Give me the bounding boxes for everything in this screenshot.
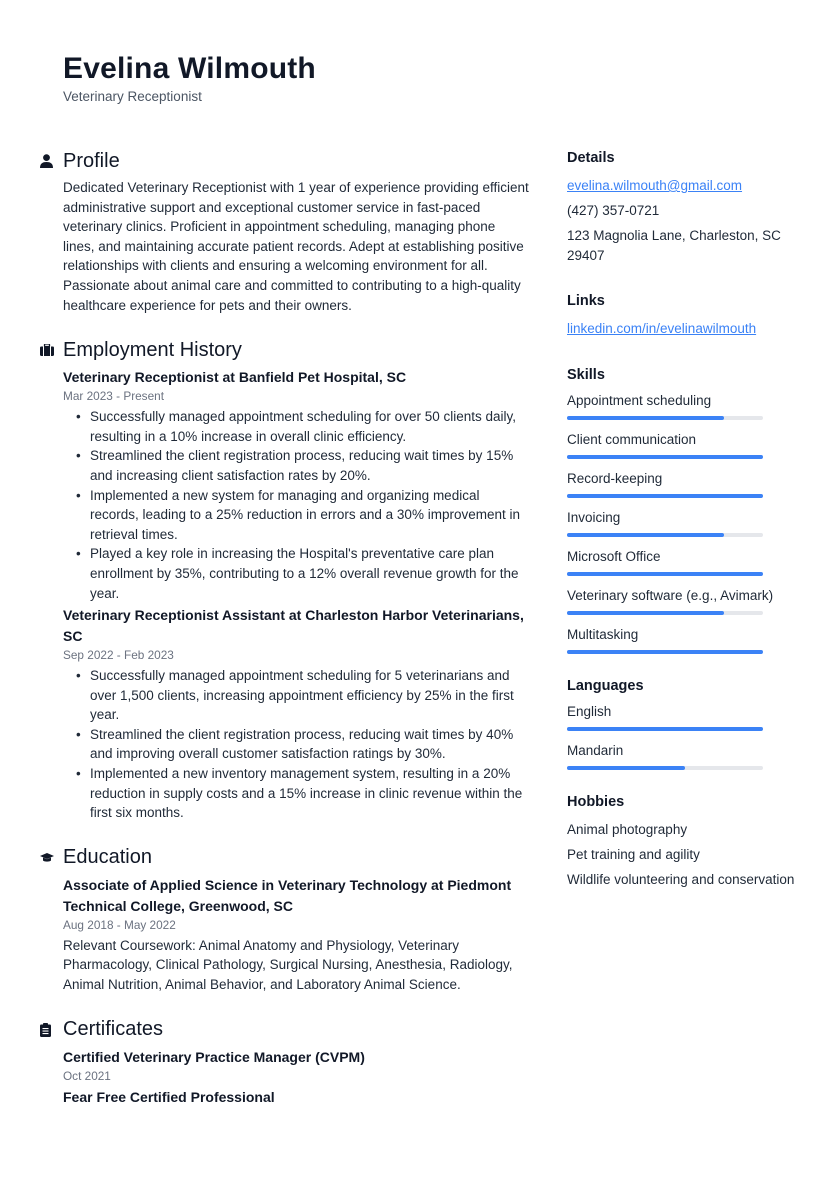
linkedin-link[interactable]: linkedin.com/in/evelinawilmouth [567, 321, 756, 336]
education-entry: Associate of Applied Science in Veterina… [63, 875, 530, 995]
job-dates: Mar 2023 - Present [63, 389, 164, 404]
section-title: Employment History [63, 338, 242, 361]
details-section: Details evelina.wilmouth@gmail.com (427)… [567, 148, 797, 265]
skill-item: Client communication [567, 430, 797, 459]
languages-section: Languages English Mandarin [567, 676, 797, 770]
skill-item: Appointment scheduling [567, 391, 797, 420]
skill-level-track [567, 493, 763, 498]
certificate-date: Oct 2021 [63, 1068, 111, 1083]
sidebar-column: Details evelina.wilmouth@gmail.com (427)… [567, 148, 797, 915]
certificate-entry: Fear Free Certified Professional [63, 1087, 530, 1108]
language-level-track [567, 765, 763, 770]
education-description: Relevant Coursework: Animal Anatomy and … [63, 937, 513, 993]
section-title: Profile [63, 149, 120, 172]
employment-section: Employment History Veterinary Receptioni… [40, 337, 530, 823]
languages-list: English Mandarin [567, 702, 797, 770]
skill-item: Veterinary software (e.g., Avimark) [567, 586, 797, 615]
skill-item: Invoicing [567, 508, 797, 537]
hobby-item: Wildlife volunteering and conservation [567, 871, 795, 887]
skill-label: Invoicing [567, 509, 621, 525]
certificate-title: Certified Veterinary Practice Manager (C… [63, 1048, 365, 1065]
languages-title: Languages [567, 677, 644, 694]
job-bullets: Successfully managed appointment schedul… [76, 407, 530, 603]
language-item: English [567, 702, 797, 731]
education-dates: Aug 2018 - May 2022 [63, 917, 176, 932]
hobbies-title: Hobbies [567, 793, 625, 810]
skill-level-fill [567, 454, 763, 459]
phone-number: (427) 357-0721 [567, 203, 660, 218]
skill-level-track [567, 610, 763, 615]
job-dates: Sep 2022 - Feb 2023 [63, 648, 174, 663]
clipboard-icon [40, 1022, 63, 1037]
certificate-entry: Certified Veterinary Practice Manager (C… [63, 1047, 530, 1085]
main-column: Profile Dedicated Veterinary Receptionis… [40, 148, 530, 1130]
language-level-track [567, 726, 763, 731]
bullet-item: Streamlined the client registration proc… [76, 725, 530, 764]
bullet-item: Implemented a new system for managing an… [76, 486, 530, 545]
skill-level-fill [567, 571, 763, 576]
skill-level-track [567, 532, 763, 537]
hobbies-section: Hobbies Animal photography Pet training … [567, 792, 797, 890]
degree-title: Associate of Applied Science in Veterina… [63, 876, 512, 914]
skills-section: Skills Appointment scheduling Client comm… [567, 365, 797, 654]
details-title: Details [567, 150, 615, 166]
skills-title: Skills [567, 366, 605, 383]
skill-level-track [567, 454, 763, 459]
hobby-item: Animal photography [567, 821, 688, 837]
skill-item: Multitasking [567, 625, 797, 654]
profile-summary: Dedicated Veterinary Receptionist with 1… [63, 180, 529, 313]
links-section: Links linkedin.com/in/evelinawilmouth [567, 291, 797, 339]
certificate-title: Fear Free Certified Professional [63, 1088, 275, 1105]
skill-level-fill [567, 610, 724, 615]
briefcase-icon [40, 344, 63, 357]
section-title: Education [63, 846, 152, 869]
job-bullets: Successfully managed appointment schedul… [76, 666, 530, 823]
job-title: Veterinary Receptionist Assistant at Cha… [63, 607, 524, 645]
language-level-fill [567, 765, 685, 770]
skill-label: Client communication [567, 431, 697, 447]
address: 123 Magnolia Lane, Charleston, SC 29407 [567, 228, 781, 263]
language-label: Mandarin [567, 742, 624, 758]
language-level-fill [567, 726, 763, 731]
skill-level-fill [567, 532, 724, 537]
skill-label: Microsoft Office [567, 548, 661, 564]
skill-level-track [567, 415, 763, 420]
job-entry: Veterinary Receptionist at Banfield Pet … [63, 367, 530, 603]
language-label: English [567, 703, 612, 719]
hobby-item: Pet training and agility [567, 846, 700, 862]
bullet-item: Successfully managed appointment schedul… [76, 666, 530, 725]
skills-list: Appointment scheduling Client communicati… [567, 391, 797, 654]
skill-label: Multitasking [567, 626, 639, 642]
job-entry: Veterinary Receptionist Assistant at Cha… [63, 605, 530, 823]
skill-item: Microsoft Office [567, 547, 797, 576]
skill-level-fill [567, 493, 763, 498]
graduation-cap-icon [40, 852, 63, 863]
skill-level-track [567, 649, 763, 654]
certificates-section: Certificates Certified Veterinary Practi… [40, 1017, 530, 1108]
candidate-role: Veterinary Receptionist [63, 89, 202, 104]
job-title: Veterinary Receptionist at Banfield Pet … [63, 369, 407, 386]
email-link[interactable]: evelina.wilmouth@gmail.com [567, 178, 742, 193]
skill-item: Record-keeping [567, 469, 797, 498]
links-title: Links [567, 293, 605, 309]
bullet-item: Successfully managed appointment schedul… [76, 407, 530, 446]
bullet-item: Played a key role in increasing the Hosp… [76, 544, 530, 603]
section-title: Certificates [63, 1018, 164, 1041]
skill-label: Veterinary software (e.g., Avimark) [567, 587, 774, 603]
skill-label: Record-keeping [567, 470, 663, 486]
person-icon [40, 154, 63, 168]
education-section: Education Associate of Applied Science i… [40, 845, 530, 995]
skill-label: Appointment scheduling [567, 392, 712, 408]
profile-section: Profile Dedicated Veterinary Receptionis… [40, 148, 530, 315]
skill-level-fill [567, 649, 763, 654]
bullet-item: Implemented a new inventory management s… [76, 764, 530, 823]
bullet-item: Streamlined the client registration proc… [76, 446, 530, 485]
skill-level-track [567, 571, 763, 576]
candidate-name: Evelina Wilmouth [63, 52, 316, 85]
skill-level-fill [567, 415, 724, 420]
language-item: Mandarin [567, 741, 797, 770]
